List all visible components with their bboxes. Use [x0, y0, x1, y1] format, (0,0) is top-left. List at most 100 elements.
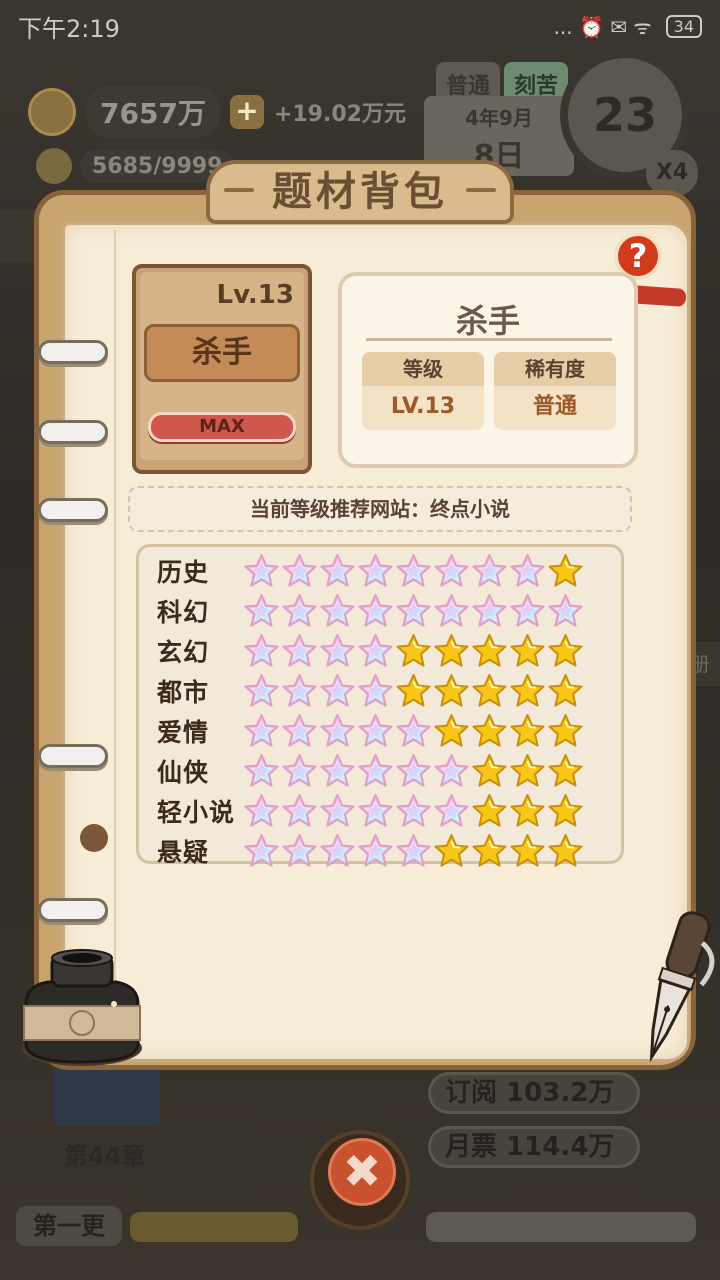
- battery-icon: 34: [665, 14, 702, 38]
- gold-star-icon: [471, 833, 508, 869]
- add-money-button: +: [229, 95, 264, 129]
- rainbow-star-icon: [357, 553, 394, 589]
- status-icons: ... ⏰ ✉ ᯤ 34: [554, 13, 702, 40]
- rainbow-star-icon: [319, 753, 356, 789]
- genre-row: 悬疑: [139, 831, 621, 871]
- rainbow-star-icon: [281, 593, 318, 629]
- genre-star-rating: [243, 633, 584, 669]
- rainbow-star-icon: [357, 793, 394, 829]
- status-system-icons: ... ⏰ ✉ ᯤ: [553, 14, 652, 39]
- gold-star-icon: [433, 833, 470, 869]
- gold-star-icon: [471, 793, 508, 829]
- title-ornament-right: [466, 188, 496, 192]
- item-name-plate: 杀手: [144, 324, 300, 382]
- genre-row: 历史: [139, 551, 621, 591]
- genre-star-rating: [243, 593, 584, 629]
- gold-star-icon: [509, 633, 546, 669]
- rainbow-star-icon: [395, 833, 432, 869]
- genre-row: 玄幻: [139, 631, 621, 671]
- topic-item-card[interactable]: Lv.13 杀手 MAX: [132, 264, 312, 474]
- rainbow-star-icon: [319, 793, 356, 829]
- genre-star-rating: [243, 833, 584, 869]
- genre-label: 玄幻: [157, 638, 210, 667]
- genre-label: 历史: [157, 558, 210, 587]
- gold-star-icon: [547, 553, 584, 589]
- rainbow-star-icon: [243, 833, 280, 869]
- rainbow-star-icon: [281, 553, 318, 589]
- rainbow-star-icon: [281, 633, 318, 669]
- close-button[interactable]: ✖: [328, 1138, 396, 1206]
- genre-row: 都市: [139, 671, 621, 711]
- genre-star-rating: [243, 793, 584, 829]
- gold-star-icon: [395, 633, 432, 669]
- gold-star-icon: [471, 633, 508, 669]
- gold-star-icon: [433, 633, 470, 669]
- rainbow-star-icon: [281, 713, 318, 749]
- gold-star-icon: [509, 673, 546, 709]
- recommended-site-banner: 当前等级推荐网站：终点小说: [128, 486, 632, 532]
- genre-label: 仙侠: [157, 758, 210, 787]
- level-value: LV.13: [390, 394, 456, 419]
- modal-title: 题材背包: [272, 169, 448, 215]
- gold-star-icon: [509, 833, 546, 869]
- rainbow-star-icon: [357, 833, 394, 869]
- rainbow-star-icon: [357, 713, 394, 749]
- gold-star-icon: [547, 673, 584, 709]
- gold-star-icon: [433, 673, 470, 709]
- rainbow-star-icon: [243, 793, 280, 829]
- genre-star-rating: [243, 673, 584, 709]
- rainbow-star-icon: [243, 553, 280, 589]
- status-bar: 下午2:19 ... ⏰ ✉ ᯤ 34: [0, 0, 720, 52]
- rainbow-star-icon: [319, 593, 356, 629]
- info-divider: [366, 338, 612, 341]
- rainbow-star-icon: [357, 673, 394, 709]
- rainbow-star-icon: [395, 753, 432, 789]
- max-badge: MAX: [148, 412, 296, 442]
- genre-row: 仙侠: [139, 751, 621, 791]
- rainbow-star-icon: [471, 553, 508, 589]
- rainbow-star-icon: [319, 633, 356, 669]
- page-margin-line: [114, 230, 116, 1050]
- secondary-progress-bar: [426, 1212, 696, 1242]
- genre-label: 科幻: [157, 598, 210, 627]
- genre-row: 爱情: [139, 711, 621, 751]
- ring-icon: [38, 498, 108, 522]
- rainbow-star-icon: [433, 593, 470, 629]
- level-label: 等级: [362, 352, 484, 386]
- gold-star-icon: [547, 753, 584, 789]
- rainbow-star-icon: [243, 593, 280, 629]
- ring-hole-icon: [80, 824, 108, 852]
- update-progress-bar: [130, 1212, 298, 1242]
- title-ornament-left: [224, 188, 254, 192]
- rainbow-star-icon: [319, 833, 356, 869]
- ring-icon: [38, 340, 108, 364]
- lightbulb-icon: [36, 148, 72, 184]
- info-topic-name: 杀手: [455, 302, 520, 340]
- rainbow-star-icon: [281, 673, 318, 709]
- date-year-month: 4年9月: [465, 106, 533, 130]
- item-level: Lv.13: [216, 280, 294, 310]
- chapter-label: 第44章: [64, 1142, 146, 1170]
- coin-icon: [28, 88, 76, 136]
- rainbow-star-icon: [433, 553, 470, 589]
- gold-star-icon: [509, 793, 546, 829]
- first-update-label: 第一更: [16, 1206, 122, 1246]
- rainbow-star-icon: [471, 593, 508, 629]
- genre-star-rating: [243, 553, 584, 589]
- modal-title-plate: 题材背包: [206, 160, 514, 224]
- rainbow-star-icon: [395, 793, 432, 829]
- rainbow-star-icon: [357, 633, 394, 669]
- genre-star-rating: [243, 753, 584, 789]
- gold-star-icon: [547, 713, 584, 749]
- gold-star-icon: [471, 673, 508, 709]
- monthly-ticket-count: 月票 114.4万: [428, 1126, 640, 1168]
- money-display: 7657万 + +19.02万元: [28, 86, 406, 138]
- rainbow-star-icon: [243, 633, 280, 669]
- rainbow-star-icon: [243, 753, 280, 789]
- level-stat-box: 等级 LV.13: [362, 352, 484, 430]
- topic-info-card: 杀手 等级 LV.13 稀有度 普通: [338, 272, 638, 468]
- ring-icon: [38, 744, 108, 768]
- money-amount: 7657万: [86, 86, 220, 138]
- gold-star-icon: [433, 713, 470, 749]
- genre-label: 爱情: [157, 718, 210, 747]
